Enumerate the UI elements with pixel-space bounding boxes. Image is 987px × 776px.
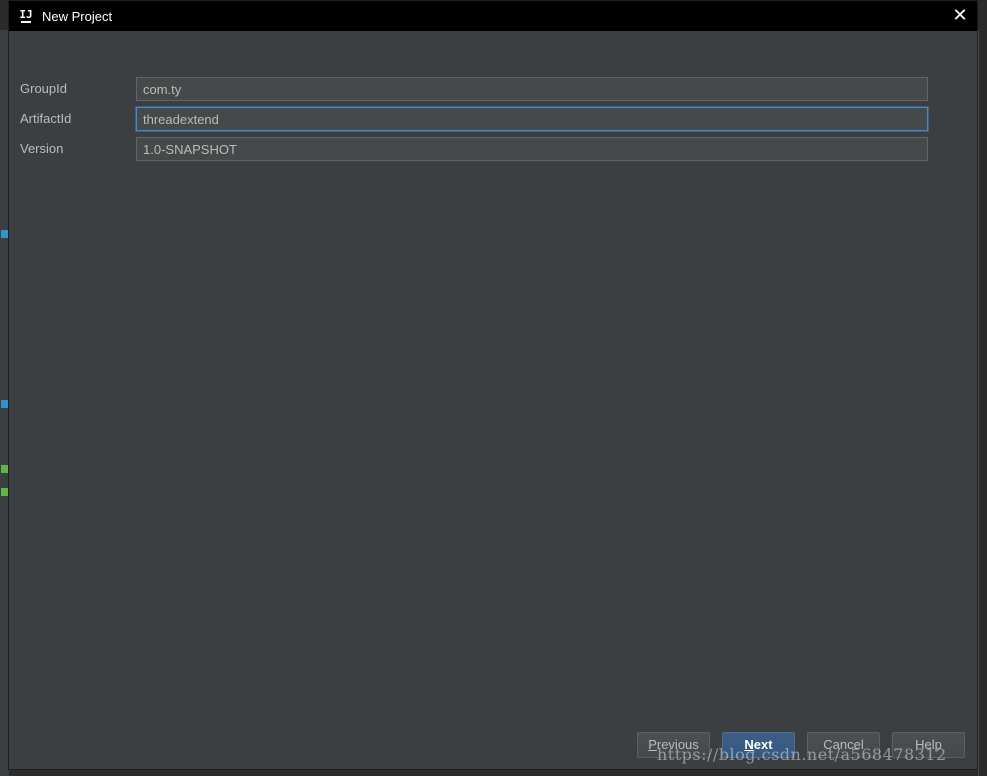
dialog-title: New Project	[42, 8, 113, 24]
version-row: Version	[20, 137, 928, 161]
new-project-dialog: IJ New Project ✕ GroupId ArtifactId Vers…	[8, 0, 978, 770]
artifactid-input[interactable]	[136, 107, 928, 131]
version-label: Version	[20, 141, 64, 156]
background-right-panel	[978, 30, 987, 776]
artifactid-label: ArtifactId	[20, 111, 72, 126]
groupid-row: GroupId	[20, 77, 928, 101]
close-icon[interactable]: ✕	[951, 7, 969, 25]
watermark-text: https://blog.csdn.net/a568478312	[657, 745, 947, 764]
background-folder-icon	[1, 230, 8, 238]
intellij-logo-icon: IJ	[18, 8, 34, 24]
version-input[interactable]	[136, 137, 928, 161]
background-file-icon	[1, 465, 8, 473]
background-folder-icon	[1, 400, 8, 408]
previous-mnemonic: P	[648, 737, 657, 752]
dialog-titlebar: IJ New Project ✕	[9, 1, 977, 31]
groupid-label: GroupId	[20, 81, 67, 96]
background-file-icon	[1, 488, 8, 496]
artifactid-row: ArtifactId	[20, 107, 928, 131]
groupid-input[interactable]	[136, 77, 928, 101]
